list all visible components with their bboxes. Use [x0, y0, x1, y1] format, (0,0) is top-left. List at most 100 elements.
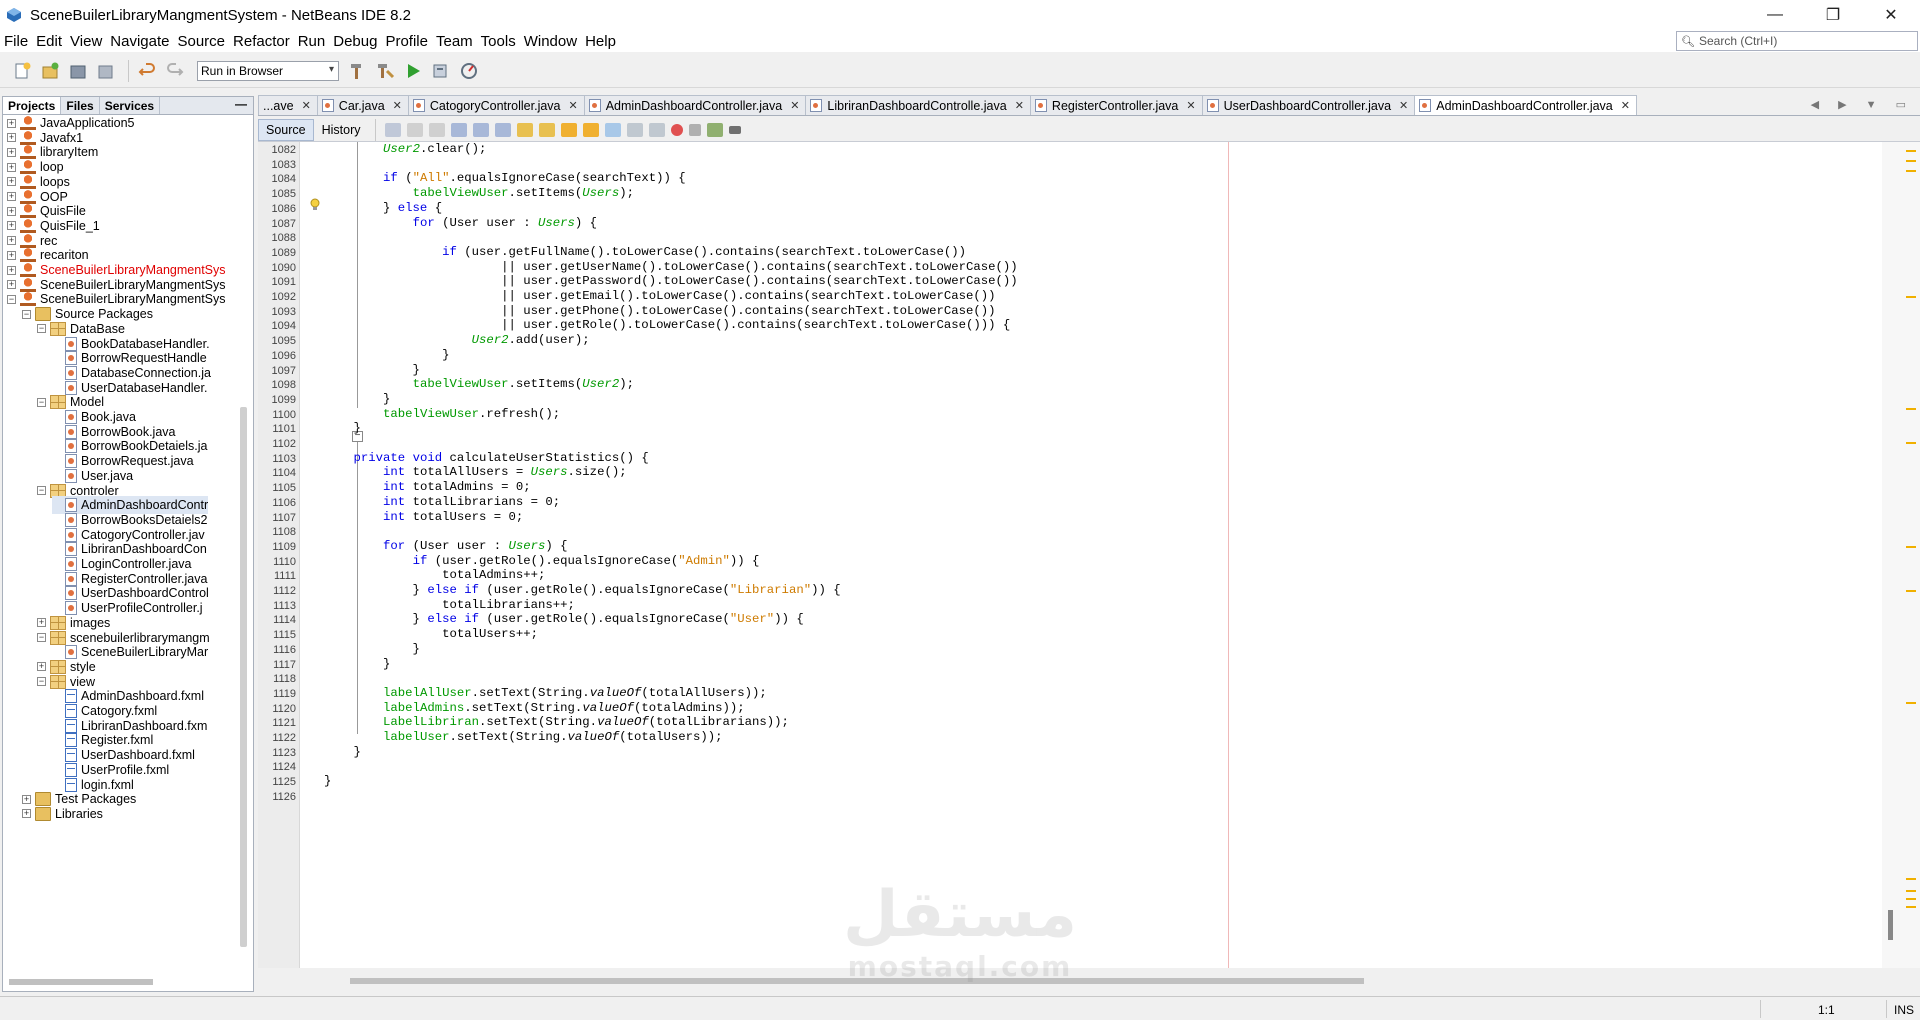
back-icon[interactable]	[406, 122, 423, 137]
find-previous-icon[interactable]	[472, 122, 489, 137]
tab-projects[interactable]: Projects	[3, 97, 62, 114]
expand-toggle-icon[interactable]: −	[37, 324, 46, 334]
menu-navigate[interactable]: Navigate	[110, 33, 174, 50]
menu-profile[interactable]: Profile	[385, 33, 433, 50]
editor-tab[interactable]: LibriranDashboardControlle.java ✕	[805, 95, 1031, 115]
run-button[interactable]	[401, 59, 425, 83]
expand-toggle-icon[interactable]: +	[22, 794, 31, 804]
warning-mark[interactable]	[1906, 898, 1916, 900]
menu-view[interactable]: View	[70, 33, 107, 50]
toggle-bookmark-icon[interactable]	[604, 122, 621, 137]
expand-toggle-icon[interactable]: +	[37, 662, 46, 672]
tab-services[interactable]: Services	[100, 97, 161, 114]
new-project-button[interactable]	[38, 59, 62, 83]
new-file-button[interactable]	[10, 59, 34, 83]
menu-run[interactable]: Run	[298, 33, 331, 50]
find-icon[interactable]	[450, 122, 467, 137]
stop-macro-icon[interactable]	[688, 123, 701, 136]
tree-node[interactable]: + Libraries	[22, 805, 103, 823]
minimize-button[interactable]: —	[1746, 0, 1804, 30]
close-tab-icon[interactable]: ✕	[393, 99, 402, 112]
editor-tab[interactable]: CatogoryController.java ✕	[407, 95, 585, 115]
profile-button[interactable]	[457, 59, 481, 83]
expand-toggle-icon[interactable]: +	[7, 236, 16, 246]
close-tab-icon[interactable]: ✕	[1015, 99, 1024, 112]
clean-build-button[interactable]	[373, 59, 397, 83]
expand-toggle-icon[interactable]: −	[37, 486, 46, 495]
warning-mark[interactable]	[1906, 878, 1916, 880]
start-macro-icon[interactable]	[670, 123, 683, 136]
menu-tools[interactable]: Tools	[481, 33, 521, 50]
warning-mark[interactable]	[1906, 408, 1916, 410]
code-area[interactable]: User2.clear(); if ("All".equalsIgnoreCas…	[322, 142, 1882, 968]
menu-file[interactable]: File	[4, 33, 33, 50]
editor-tab[interactable]: AdminDashboardController.java ✕	[1414, 95, 1637, 115]
close-button[interactable]: ✕	[1862, 0, 1920, 30]
toggle-highlight-icon[interactable]	[516, 122, 533, 137]
debug-button[interactable]	[429, 59, 453, 83]
warning-mark[interactable]	[1906, 906, 1916, 908]
shift-left-icon[interactable]	[626, 122, 643, 137]
menu-refactor[interactable]: Refactor	[233, 33, 295, 50]
expand-toggle-icon[interactable]: +	[7, 221, 16, 231]
warning-mark[interactable]	[1906, 170, 1916, 172]
warning-mark[interactable]	[1906, 590, 1916, 592]
expand-toggle-icon[interactable]: +	[7, 118, 16, 128]
shift-right-icon[interactable]	[648, 122, 665, 137]
expand-toggle-icon[interactable]: −	[37, 677, 46, 687]
close-tab-icon[interactable]: ✕	[1621, 99, 1630, 112]
toggle-rectangular-icon[interactable]	[538, 122, 555, 137]
expand-toggle-icon[interactable]: −	[22, 309, 31, 319]
menu-debug[interactable]: Debug	[333, 33, 382, 50]
expand-toggle-icon[interactable]: +	[7, 265, 16, 275]
previous-bookmark-icon[interactable]	[560, 122, 577, 137]
find-next-icon[interactable]	[494, 122, 511, 137]
expand-toggle-icon[interactable]: +	[7, 133, 16, 143]
code-editor[interactable]: 1082 1083 1084 1085 1086 1087 1088 1089 1090 1091…	[258, 142, 1882, 968]
warning-mark[interactable]	[1906, 160, 1916, 162]
editor-tab[interactable]: ...ave ✕	[258, 95, 318, 115]
hint-bulb-icon[interactable]	[308, 197, 322, 211]
next-bookmark-icon[interactable]	[582, 122, 599, 137]
expand-toggle-icon[interactable]: +	[37, 618, 46, 628]
forward-icon[interactable]	[428, 122, 445, 137]
history-view-tab[interactable]: History	[314, 119, 369, 141]
tab-files[interactable]: Files	[61, 97, 100, 114]
search-box[interactable]: 🔍︎ Search (Ctrl+I)	[1676, 31, 1918, 51]
warning-mark[interactable]	[1906, 296, 1916, 298]
warning-mark[interactable]	[1906, 702, 1916, 704]
expand-toggle-icon[interactable]: +	[7, 206, 16, 216]
close-tab-icon[interactable]: ✕	[569, 99, 578, 112]
build-button[interactable]	[345, 59, 369, 83]
uncomment-icon[interactable]	[728, 125, 741, 134]
close-tab-icon[interactable]: ✕	[790, 99, 799, 112]
expand-toggle-icon[interactable]: +	[22, 809, 31, 819]
expand-toggle-icon[interactable]: −	[7, 294, 16, 304]
run-configuration-select[interactable]: Run in Browser ▾	[197, 60, 339, 81]
restore-button[interactable]: ❐	[1804, 0, 1862, 30]
editor-tab[interactable]: RegisterController.java ✕	[1029, 95, 1203, 115]
menu-source[interactable]: Source	[177, 33, 230, 50]
source-view-tab[interactable]: Source	[258, 118, 314, 141]
warning-mark[interactable]	[1906, 890, 1916, 892]
editor-tab[interactable]: UserDashboardController.java ✕	[1201, 95, 1416, 115]
editor-tab[interactable]: AdminDashboardController.java ✕	[583, 95, 807, 115]
expand-toggle-icon[interactable]: +	[7, 192, 16, 201]
expand-toggle-icon[interactable]: +	[7, 162, 16, 172]
menu-team[interactable]: Team	[436, 33, 478, 50]
expand-toggle-icon[interactable]: −	[37, 633, 46, 642]
tree-vertical-scrollbar[interactable]	[240, 407, 247, 947]
open-project-button[interactable]	[66, 59, 90, 83]
save-all-button[interactable]	[94, 59, 118, 83]
warning-mark[interactable]	[1906, 546, 1916, 548]
menu-help[interactable]: Help	[585, 33, 621, 50]
expand-toggle-icon[interactable]: +	[7, 280, 16, 290]
expand-toggle-icon[interactable]: +	[7, 250, 16, 260]
close-tab-icon[interactable]: ✕	[1186, 99, 1195, 112]
minimize-panel-button[interactable]: —	[235, 97, 247, 111]
undo-button[interactable]	[135, 59, 159, 83]
expand-toggle-icon[interactable]: +	[7, 147, 16, 157]
expand-toggle-icon[interactable]: −	[37, 397, 46, 407]
menu-edit[interactable]: Edit	[36, 33, 67, 50]
tree-horizontal-scrollbar[interactable]	[9, 979, 153, 985]
